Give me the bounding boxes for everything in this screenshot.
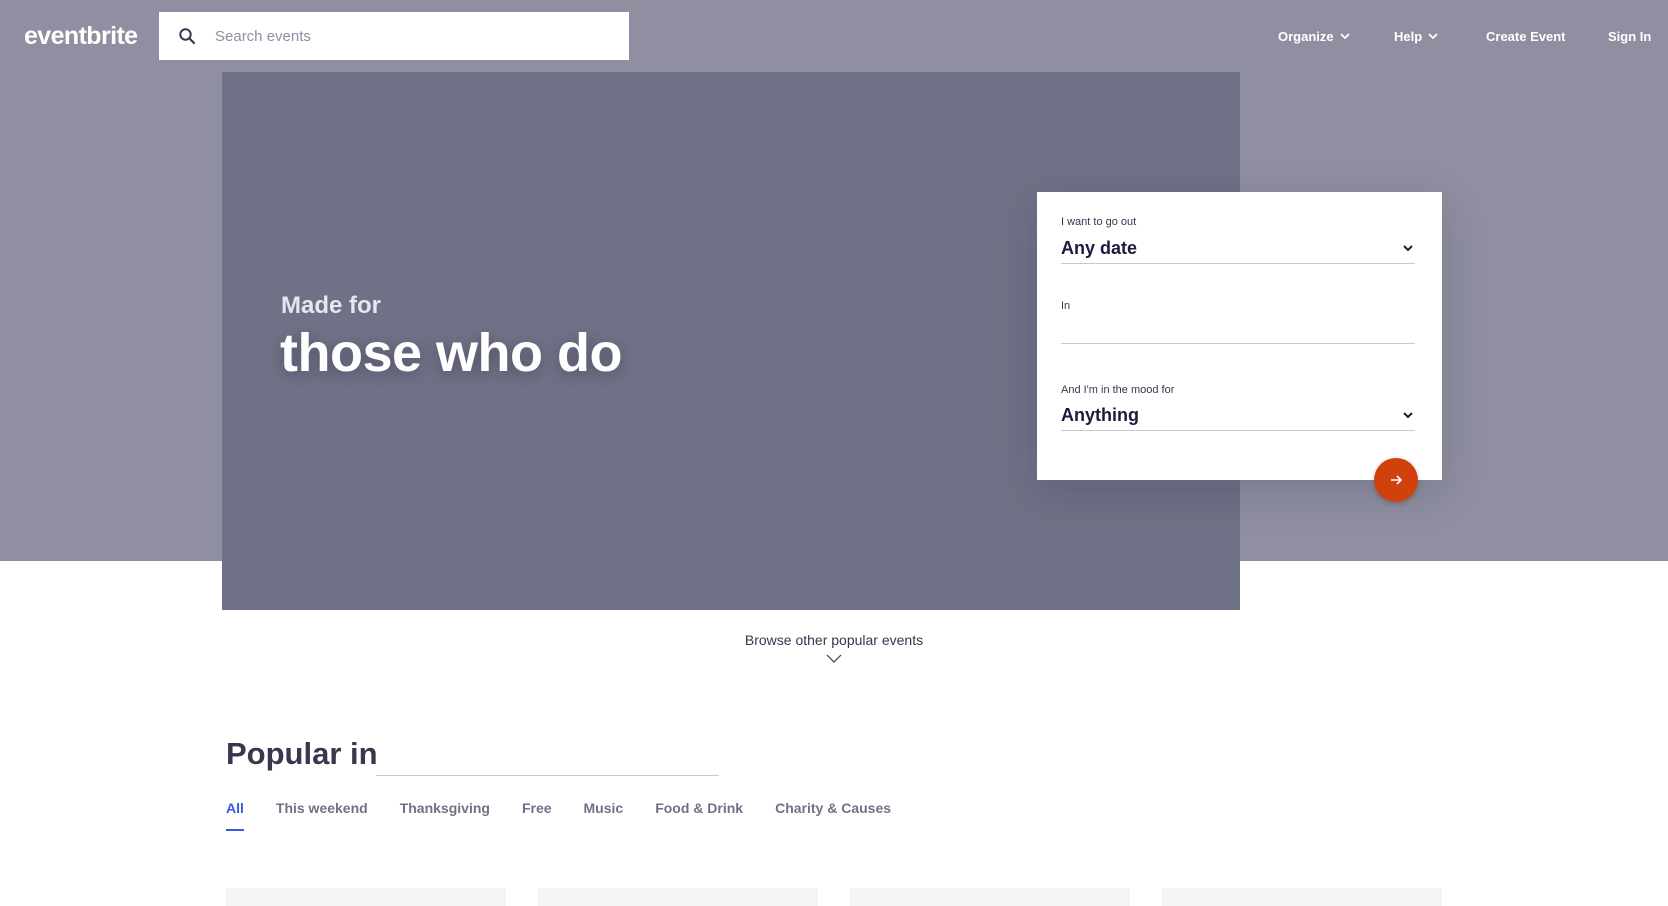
chevron-down-icon[interactable]: [826, 654, 842, 664]
event-card[interactable]: [1162, 888, 1442, 906]
popular-in-title: Popular in: [226, 736, 378, 771]
create-event-label: Create Event: [1486, 28, 1566, 44]
tab-all[interactable]: All: [226, 800, 244, 831]
event-card[interactable]: [850, 888, 1130, 906]
browse-popular-link[interactable]: Browse other popular events: [0, 632, 1668, 648]
category-tabs: All This weekend Thanksgiving Free Music…: [226, 800, 891, 831]
date-select[interactable]: Any date: [1061, 233, 1415, 264]
chevron-down-icon: [1428, 33, 1438, 40]
event-card-grid: [226, 888, 1442, 906]
sign-in-label: Sign In: [1608, 28, 1652, 44]
chevron-down-icon: [1403, 412, 1413, 419]
nav-organize-label: Organize: [1278, 28, 1334, 44]
location-label: In: [1061, 300, 1071, 312]
hero-title: those who do: [280, 323, 622, 383]
category-select[interactable]: Anything: [1061, 400, 1415, 431]
arrow-right-icon: [1391, 475, 1403, 485]
category-select-value: Anything: [1061, 404, 1139, 425]
event-card[interactable]: [538, 888, 818, 906]
event-search-card: I want to go out Any date In And I'm in …: [1037, 192, 1442, 480]
chevron-down-icon: [1403, 245, 1413, 252]
tab-food-drink[interactable]: Food & Drink: [655, 800, 743, 831]
tab-thanksgiving[interactable]: Thanksgiving: [400, 800, 490, 831]
tab-this-weekend[interactable]: This weekend: [276, 800, 368, 831]
hero-subtitle: Made for: [281, 292, 382, 319]
search-bar[interactable]: [159, 12, 629, 60]
mood-label: And I'm in the mood for: [1061, 384, 1175, 396]
browse-popular-label: Browse other popular events: [744, 632, 924, 648]
eventbrite-logo[interactable]: eventbrite: [24, 22, 138, 51]
event-card[interactable]: [226, 888, 506, 906]
location-input[interactable]: [1061, 313, 1415, 344]
create-event-link[interactable]: Create Event: [1486, 0, 1565, 72]
tab-music[interactable]: Music: [584, 800, 624, 831]
search-submit-button[interactable]: [1374, 458, 1418, 502]
tab-charity-causes[interactable]: Charity & Causes: [775, 800, 891, 831]
nav-help[interactable]: Help: [1394, 0, 1439, 72]
nav-help-label: Help: [1394, 28, 1423, 44]
popular-location-input[interactable]: [376, 736, 719, 776]
chevron-down-icon: [1339, 33, 1350, 40]
top-nav: eventbrite Organize Help Create Event Si…: [0, 0, 1668, 72]
when-label: I want to go out: [1061, 216, 1137, 228]
tab-free[interactable]: Free: [522, 800, 552, 831]
search-input[interactable]: [215, 27, 615, 45]
date-select-value: Any date: [1061, 237, 1138, 258]
search-icon[interactable]: [159, 12, 215, 60]
nav-organize[interactable]: Organize: [1278, 0, 1351, 72]
sign-in-link[interactable]: Sign In: [1608, 0, 1651, 72]
